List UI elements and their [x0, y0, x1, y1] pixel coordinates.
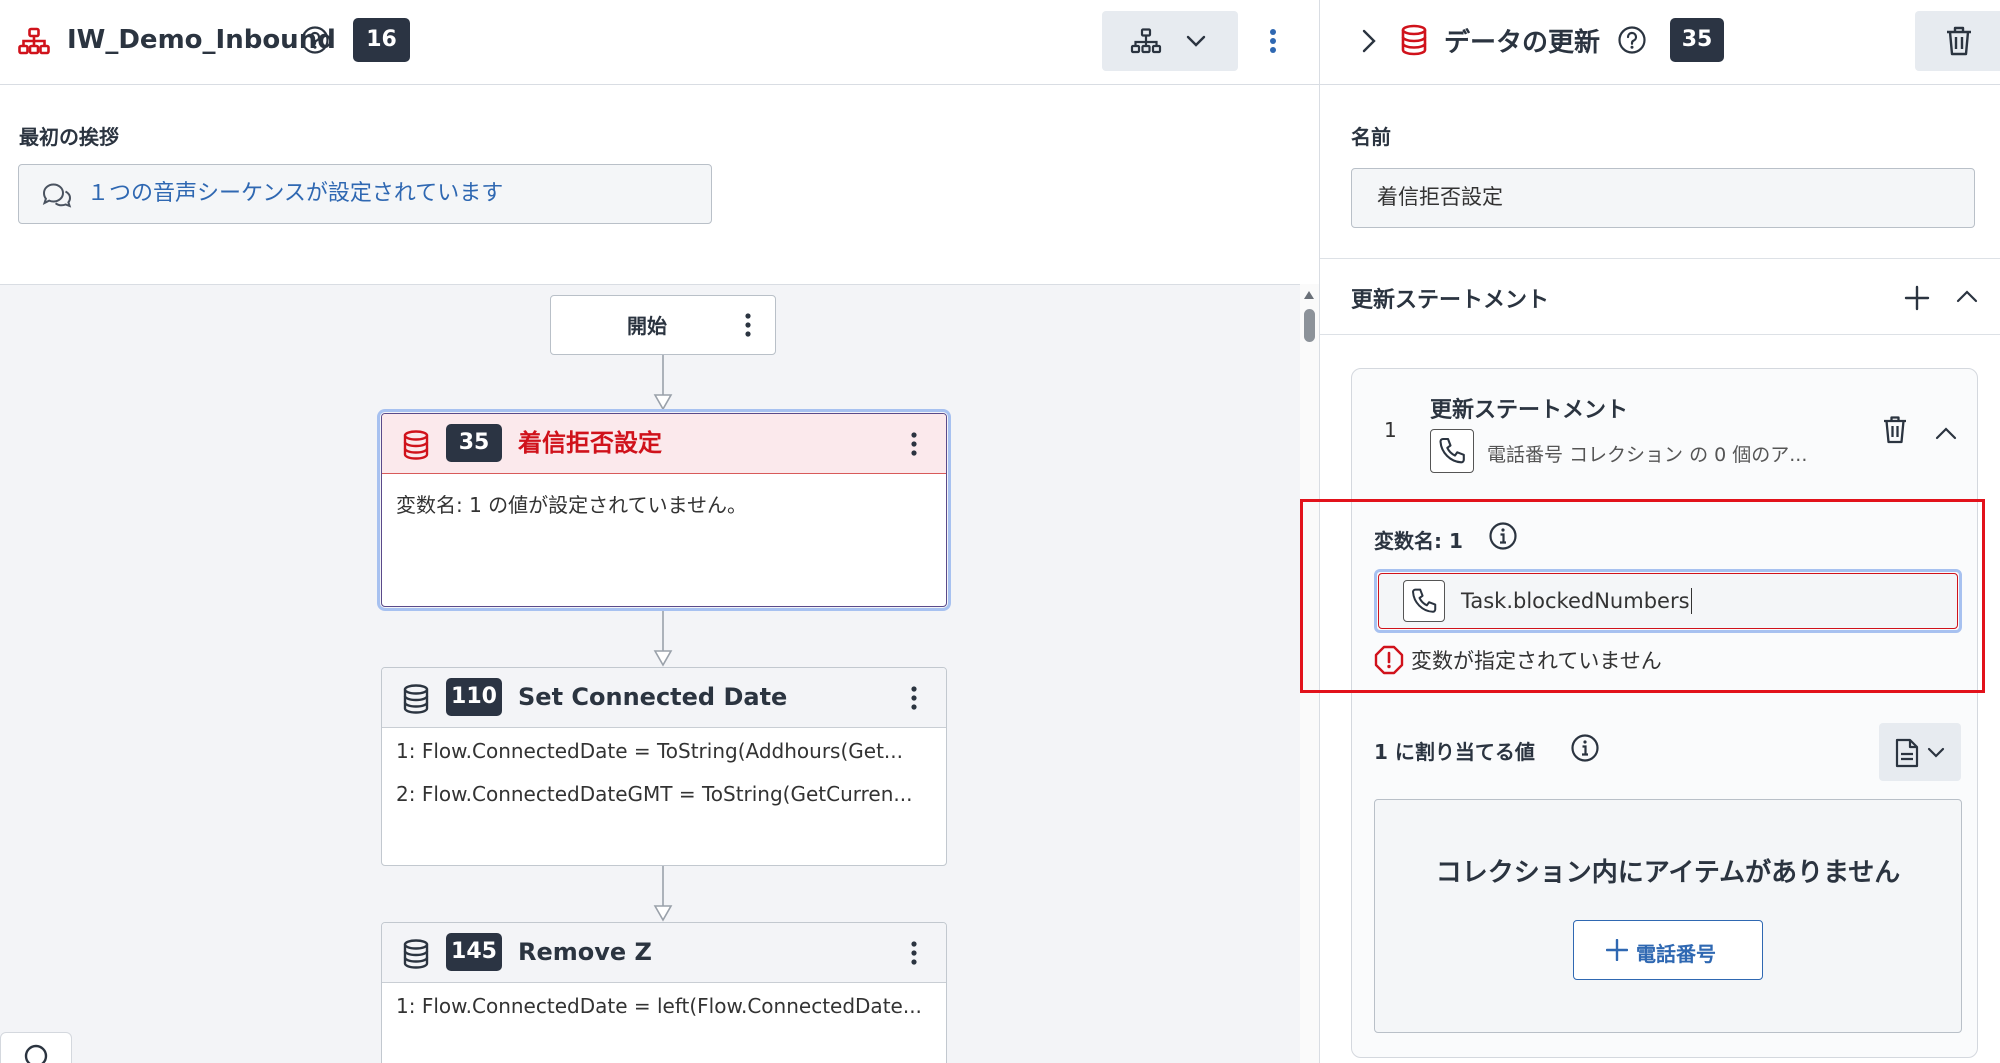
start-node[interactable]: 開始 [550, 295, 776, 355]
node-message: 変数名: 1 の値が設定されていません。 [396, 493, 747, 517]
search-icon [23, 1043, 51, 1063]
error-octagon-icon [1374, 645, 1404, 675]
flow-count-badge: 16 [353, 18, 410, 62]
flow-title: IW_Demo_Inbound [67, 25, 336, 55]
connector-arrow [651, 355, 675, 411]
empty-collection-message: コレクション内にアイテムがありません [1435, 858, 1901, 888]
scrollbar-thumb[interactable] [1304, 309, 1315, 342]
delete-node-button[interactable] [1915, 11, 2000, 71]
hierarchy-icon [1130, 28, 1162, 54]
document-icon [1895, 738, 1919, 768]
statement-title: 更新ステートメント [1430, 398, 1629, 423]
phone-icon [1403, 580, 1445, 622]
variable-error-message: 変数が指定されていません [1411, 649, 1662, 673]
node-menu-icon[interactable] [909, 431, 919, 457]
node-id-badge: 110 [446, 678, 502, 716]
canvas-scrollbar[interactable] [1300, 284, 1319, 1063]
node-statement: 1: Flow.ConnectedDate = ToString(Addhour… [396, 739, 903, 763]
chevron-down-icon [1186, 35, 1206, 47]
statement-description: 電話番号 コレクション の 0 個のア... [1487, 444, 1808, 466]
add-phone-number-button[interactable]: 電話番号 [1573, 920, 1763, 980]
panel-header: データの更新 35 [1320, 0, 2000, 85]
panel-title: データの更新 [1444, 28, 1601, 58]
info-icon[interactable] [1570, 733, 1600, 763]
flow-header: IW_Demo_Inbound 16 [0, 0, 1319, 85]
variable-name-input[interactable]: Task.blockedNumbers [1378, 573, 1958, 629]
node-title: 着信拒否設定 [518, 429, 662, 457]
node-id-badge: 35 [446, 424, 502, 462]
divider [1320, 258, 2000, 259]
node-menu-icon[interactable] [909, 940, 919, 966]
chevron-up-icon[interactable] [1935, 425, 1957, 441]
flow-node-update-data[interactable]: 145 Remove Z 1: Flow.ConnectedDate = lef… [381, 922, 947, 1063]
trash-icon[interactable] [1882, 415, 1908, 445]
flow-canvas[interactable]: 開始 35 着信拒否設定 変数名: 1 の値が設定されていません。 110 Se… [0, 284, 1300, 1063]
node-title: Remove Z [518, 938, 652, 966]
question-circle-icon[interactable] [300, 25, 330, 55]
node-id-badge: 145 [446, 933, 502, 971]
database-icon [402, 430, 430, 460]
scroll-up-icon[interactable] [1303, 290, 1315, 300]
node-statement: 2: Flow.ConnectedDateGMT = ToString(GetC… [396, 782, 913, 806]
statement-index: 1 [1384, 418, 1397, 442]
add-phone-number-label: 電話番号 [1636, 942, 1716, 966]
flow-node-update-data[interactable]: 35 着信拒否設定 変数名: 1 の値が設定されていません。 [381, 413, 947, 607]
database-icon [402, 939, 430, 969]
node-title: Set Connected Date [518, 683, 788, 711]
more-options-icon[interactable] [1266, 26, 1280, 56]
statements-section-label: 更新ステートメント [1351, 288, 1550, 313]
value-mode-dropdown[interactable] [1879, 723, 1961, 781]
properties-panel: データの更新 35 名前 着信拒否設定 更新ステートメント 1 更新ステートメン… [1319, 0, 2000, 1063]
node-header: 35 着信拒否設定 [382, 414, 946, 474]
assign-value-label: 1 に割り当てる値 [1374, 740, 1535, 764]
node-header: 110 Set Connected Date [382, 668, 946, 728]
node-menu-icon[interactable] [743, 312, 753, 338]
name-input[interactable]: 着信拒否設定 [1351, 168, 1975, 228]
greeting-label: 最初の挨拶 [19, 125, 119, 149]
add-statement-icon[interactable] [1904, 285, 1930, 311]
phone-icon [1430, 429, 1474, 473]
start-node-label: 開始 [627, 314, 667, 338]
database-icon [402, 684, 430, 714]
trash-icon [1945, 25, 1973, 57]
node-header: 145 Remove Z [382, 923, 946, 983]
panel-id-badge: 35 [1670, 18, 1724, 62]
chat-bubbles-icon [41, 182, 73, 208]
update-statement-card: 1 更新ステートメント 電話番号 コレクション の 0 個のア... 変数名: … [1351, 368, 1978, 1058]
plus-icon [1606, 939, 1628, 961]
question-circle-icon[interactable] [1617, 25, 1647, 55]
collection-items-box: コレクション内にアイテムがありません 電話番号 [1374, 799, 1962, 1033]
flow-node-update-data[interactable]: 110 Set Connected Date 1: Flow.Connected… [381, 667, 947, 866]
name-label: 名前 [1351, 125, 1391, 149]
search-widget[interactable] [0, 1032, 72, 1063]
chevron-down-icon [1927, 747, 1945, 759]
node-menu-icon[interactable] [909, 685, 919, 711]
connector-arrow [651, 866, 675, 922]
greeting-value: １つの音声シーケンスが設定されています [87, 181, 504, 206]
node-statement: 1: Flow.ConnectedDate = left(Flow.Connec… [396, 994, 922, 1018]
variable-name-label: 変数名: 1 [1374, 529, 1463, 553]
chevron-up-icon[interactable] [1956, 288, 1978, 304]
flow-editor-pane: IW_Demo_Inbound 16 最初の挨拶 １つの音声シーケンスが設定され… [0, 0, 1319, 1063]
variable-name-value: Task.blockedNumbers [1461, 588, 1692, 614]
layout-toggle-button[interactable] [1102, 11, 1238, 71]
divider [1320, 334, 2000, 335]
database-icon [1400, 24, 1428, 56]
info-icon[interactable] [1488, 521, 1518, 551]
connector-arrow [651, 611, 675, 667]
greeting-audio-button[interactable]: １つの音声シーケンスが設定されています [18, 164, 712, 224]
org-chart-icon [18, 27, 50, 55]
chevron-right-icon[interactable] [1359, 27, 1379, 55]
